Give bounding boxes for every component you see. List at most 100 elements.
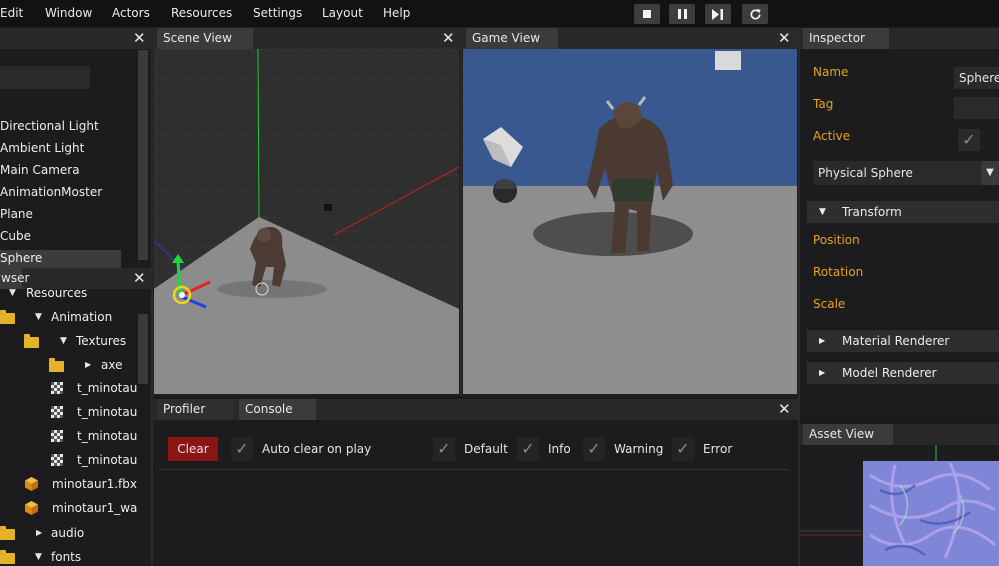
model-icon bbox=[25, 501, 38, 515]
browser-item[interactable]: t_minotau bbox=[77, 427, 137, 445]
pause-icon bbox=[677, 9, 687, 19]
component-select[interactable]: Physical Sphere ▼ bbox=[813, 161, 999, 185]
browser-item[interactable]: t_minotau bbox=[77, 451, 137, 469]
tag-label: Tag bbox=[813, 97, 834, 111]
tab-profiler[interactable]: Profiler bbox=[157, 399, 233, 420]
hierarchy-item[interactable]: Main Camera bbox=[0, 161, 80, 179]
inspector-panel: Inspector Name Sphere Tag Active ✓ Physi… bbox=[800, 27, 999, 421]
hierarchy-search-input[interactable] bbox=[0, 66, 90, 89]
browser-item[interactable]: t_minotau bbox=[77, 379, 137, 397]
material-renderer-section-header[interactable]: ▶ Material Renderer bbox=[807, 330, 999, 352]
hierarchy-tabbar: ✕ bbox=[0, 28, 151, 49]
reload-button[interactable] bbox=[742, 4, 768, 24]
console-divider bbox=[159, 469, 789, 470]
menu-layout[interactable]: Layout bbox=[322, 0, 363, 27]
tab-asset-view[interactable]: Asset View bbox=[803, 424, 893, 445]
expand-arrow-icon[interactable]: ▼ bbox=[35, 550, 42, 564]
position-label: Position bbox=[813, 233, 860, 247]
pause-button[interactable] bbox=[669, 4, 695, 24]
hierarchy-scrollbar[interactable] bbox=[138, 50, 148, 260]
collapse-arrow-icon[interactable]: ▶ bbox=[85, 358, 91, 372]
browser-item[interactable]: Textures bbox=[76, 332, 126, 350]
expand-arrow-icon[interactable]: ▼ bbox=[60, 334, 67, 348]
menu-settings[interactable]: Settings bbox=[253, 0, 302, 27]
warning-filter-label: Warning bbox=[614, 442, 664, 456]
menu-resources[interactable]: Resources bbox=[171, 0, 232, 27]
scene-view-tabbar: Scene View ✕ bbox=[153, 28, 460, 49]
hierarchy-item[interactable]: Cube bbox=[0, 227, 31, 245]
rotation-label: Rotation bbox=[813, 265, 864, 279]
info-filter-label: Info bbox=[548, 442, 571, 456]
step-button[interactable] bbox=[705, 4, 731, 24]
expand-arrow-icon[interactable]: ▼ bbox=[9, 286, 16, 300]
material-renderer-label: Material Renderer bbox=[842, 334, 950, 348]
hierarchy-panel: ✕ Directional Light Ambient Light Main C… bbox=[0, 27, 151, 268]
warning-filter-checkbox[interactable]: ✓ bbox=[583, 437, 605, 461]
stop-button[interactable] bbox=[634, 4, 660, 24]
browser-item[interactable]: minotaur1_wa bbox=[52, 499, 137, 517]
close-icon[interactable]: ✕ bbox=[133, 268, 146, 288]
active-label: Active bbox=[813, 129, 851, 143]
folder-icon bbox=[0, 550, 15, 564]
collapse-arrow-icon: ▶ bbox=[819, 336, 826, 345]
tab-scene-view[interactable]: Scene View bbox=[157, 28, 253, 49]
tab-inspector[interactable]: Inspector bbox=[803, 28, 889, 49]
tag-field[interactable] bbox=[954, 97, 999, 119]
close-icon[interactable]: ✕ bbox=[778, 28, 791, 48]
folder-icon bbox=[49, 358, 64, 372]
error-filter-checkbox[interactable]: ✓ bbox=[672, 437, 694, 461]
expand-arrow-icon[interactable]: ▼ bbox=[35, 310, 42, 324]
menu-edit[interactable]: Edit bbox=[0, 0, 23, 27]
close-icon[interactable]: ✕ bbox=[778, 399, 791, 419]
browser-item[interactable]: Animation bbox=[51, 308, 112, 326]
menu-actors[interactable]: Actors bbox=[112, 0, 150, 27]
hierarchy-item[interactable]: Ambient Light bbox=[0, 139, 84, 157]
game-viewport[interactable] bbox=[463, 49, 797, 394]
scene-viewport[interactable] bbox=[154, 49, 459, 394]
menu-window[interactable]: Window bbox=[45, 0, 92, 27]
browser-item[interactable]: axe bbox=[101, 356, 122, 374]
browser-item[interactable]: audio bbox=[51, 524, 84, 542]
collapse-arrow-icon[interactable]: ▶ bbox=[36, 526, 42, 540]
auto-clear-checkbox[interactable]: ✓ bbox=[231, 437, 253, 461]
asset-preview[interactable] bbox=[800, 445, 999, 566]
texture-icon bbox=[51, 382, 63, 394]
tab-game-view[interactable]: Game View bbox=[466, 28, 558, 49]
default-filter-checkbox[interactable]: ✓ bbox=[433, 437, 455, 461]
browser-scrollbar[interactable] bbox=[138, 314, 148, 384]
splitter[interactable] bbox=[460, 27, 462, 396]
scale-label: Scale bbox=[813, 297, 846, 311]
expand-arrow-icon: ▼ bbox=[819, 207, 826, 217]
texture-icon bbox=[51, 430, 63, 442]
asset-view-panel: Asset View bbox=[800, 423, 999, 566]
collapse-arrow-icon: ▶ bbox=[819, 368, 826, 377]
menu-help[interactable]: Help bbox=[383, 0, 410, 27]
clear-button[interactable]: Clear bbox=[168, 437, 218, 461]
splitter[interactable] bbox=[151, 27, 153, 566]
hierarchy-item[interactable]: Plane bbox=[0, 205, 33, 223]
transform-section-header[interactable]: ▼ Transform bbox=[807, 201, 999, 223]
hierarchy-item[interactable]: Directional Light bbox=[0, 117, 99, 135]
folder-icon bbox=[24, 334, 39, 348]
browser-item[interactable]: minotaur1.fbx bbox=[52, 475, 137, 493]
model-icon bbox=[25, 477, 38, 491]
splitter[interactable] bbox=[798, 27, 800, 566]
texture-icon bbox=[51, 406, 63, 418]
browser-item[interactable]: t_minotau bbox=[77, 403, 137, 421]
browser-item[interactable]: Resources bbox=[26, 284, 87, 302]
tab-console[interactable]: Console bbox=[239, 399, 316, 420]
stop-icon bbox=[643, 10, 651, 18]
hierarchy-item-selected[interactable]: Sphere bbox=[0, 249, 42, 267]
close-icon[interactable]: ✕ bbox=[442, 28, 455, 48]
close-icon[interactable]: ✕ bbox=[133, 28, 146, 48]
info-filter-checkbox[interactable]: ✓ bbox=[517, 437, 539, 461]
model-renderer-section-header[interactable]: ▶ Model Renderer bbox=[807, 362, 999, 384]
chevron-down-icon[interactable]: ▼ bbox=[981, 161, 999, 185]
browser-item[interactable]: fonts bbox=[51, 548, 81, 566]
step-icon bbox=[712, 8, 723, 20]
name-field[interactable]: Sphere bbox=[954, 67, 999, 89]
browser-panel: wser ✕ ▼ Resources ▼ Animation ▼ Texture… bbox=[0, 268, 151, 566]
folder-icon bbox=[0, 526, 15, 540]
active-checkbox[interactable]: ✓ bbox=[958, 129, 980, 151]
hierarchy-item[interactable]: AnimationMoster bbox=[0, 183, 102, 201]
